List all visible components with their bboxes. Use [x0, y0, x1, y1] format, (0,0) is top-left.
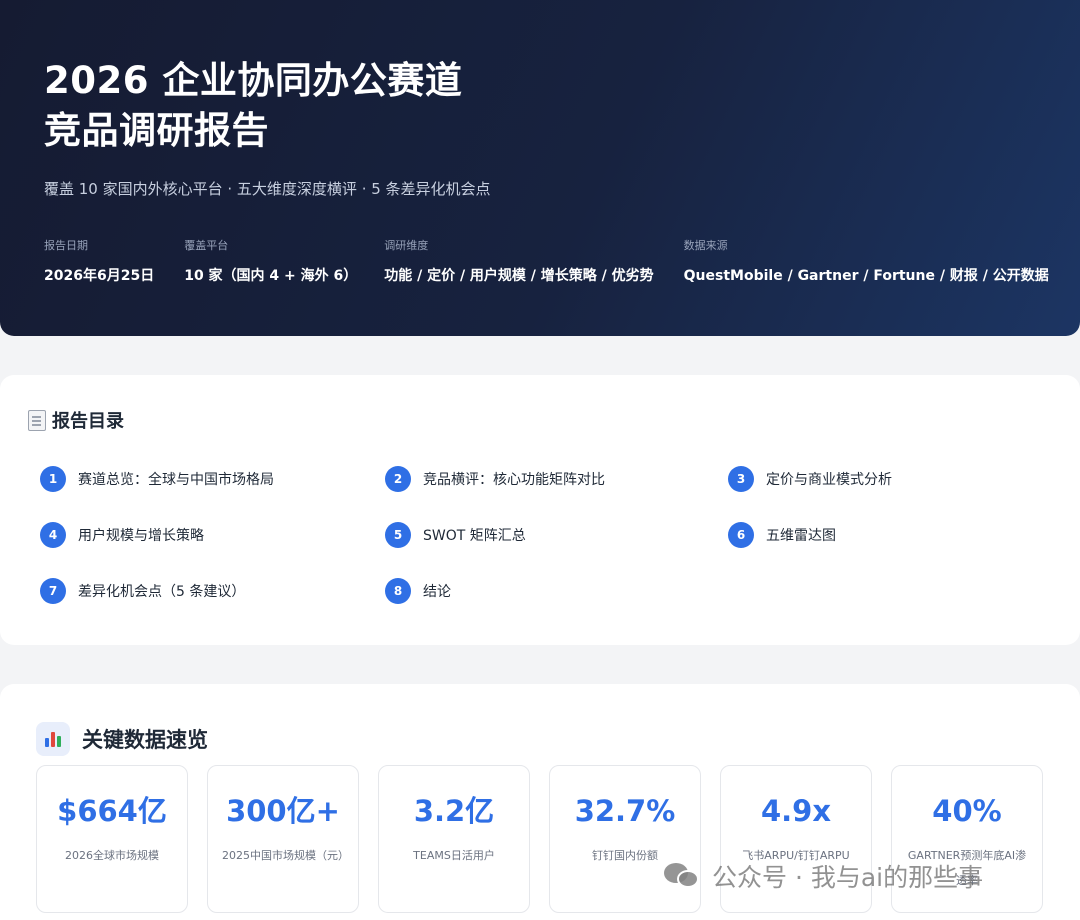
stat-value: 32.7%: [574, 794, 676, 828]
meta-value: QuestMobile / Gartner / Fortune / 财报 / 公…: [683, 268, 1049, 284]
toc-item-8[interactable]: 8 结论: [385, 578, 451, 604]
watermark-text: 公众号 · 我与ai的那些事: [712, 863, 984, 892]
report-title: 2026 企业协同办公赛道 竞品调研报告: [44, 56, 1036, 156]
stat-label: 2025中国市场规模（元）: [222, 849, 349, 862]
toc-number-badge: 2: [385, 466, 411, 492]
toc-number-badge: 7: [40, 578, 66, 604]
meta-label: 覆盖平台: [184, 239, 229, 252]
stat-value: 40%: [932, 794, 1002, 828]
toc-number-badge: 5: [385, 522, 411, 548]
report-subtitle: 覆盖 10 家国内外核心平台 · 五大维度深度横评 · 5 条差异化机会点: [44, 180, 491, 198]
toc-item-label: 差异化机会点（5 条建议）: [78, 584, 246, 600]
toc-number-badge: 3: [728, 466, 754, 492]
stat-value: 3.2亿: [413, 794, 495, 828]
toc-item-label: SWOT 矩阵汇总: [423, 528, 526, 544]
toc-item-1[interactable]: 1 赛道总览：全球与中国市场格局: [40, 466, 274, 492]
toc-number-badge: 4: [40, 522, 66, 548]
key-data-title: 关键数据速览: [82, 728, 208, 752]
stat-value: $664亿: [57, 794, 167, 828]
toc-number-badge: 8: [385, 578, 411, 604]
key-data-header: 关键数据速览: [36, 722, 1044, 756]
meta-dimensions: 调研维度 功能 / 定价 / 用户规模 / 增长策略 / 优劣势: [384, 237, 653, 285]
report-meta: 报告日期 2026年6月25日 覆盖平台 10 家（国内 4 + 海外 6） 调…: [44, 237, 1049, 285]
toc-item-label: 竞品横评：核心功能矩阵对比: [423, 472, 605, 488]
meta-report-date: 报告日期 2026年6月25日: [44, 237, 154, 285]
stat-global-market: $664亿 2026全球市场规模: [36, 765, 188, 913]
document-icon: [28, 409, 46, 431]
stat-label: TEAMS日活用户: [413, 849, 495, 862]
stat-value: 300亿+: [226, 794, 340, 828]
meta-label: 数据来源: [683, 239, 728, 252]
toc-title: 报告目录: [52, 411, 124, 432]
report-title-line-1: 2026 企业协同办公赛道: [44, 59, 463, 102]
meta-platforms: 覆盖平台 10 家（国内 4 + 海外 6）: [184, 237, 358, 285]
toc-item-label: 五维雷达图: [766, 528, 836, 544]
wechat-watermark: 公众号 · 我与ai的那些事: [664, 858, 983, 894]
wechat-icon: [664, 861, 704, 891]
toc-item-5[interactable]: 5 SWOT 矩阵汇总: [385, 522, 526, 548]
report-hero: 2026 企业协同办公赛道 竞品调研报告 覆盖 10 家国内外核心平台 · 五大…: [0, 0, 1080, 336]
toc-header: 报告目录: [28, 407, 1052, 433]
stat-china-market: 300亿+ 2025中国市场规模（元）: [207, 765, 359, 913]
bar-chart-icon: [36, 722, 70, 756]
toc-number-badge: 6: [728, 522, 754, 548]
meta-sources: 数据来源 QuestMobile / Gartner / Fortune / 财…: [684, 237, 1049, 285]
toc-item-7[interactable]: 7 差异化机会点（5 条建议）: [40, 578, 245, 604]
meta-value: 2026年6月25日: [44, 268, 155, 284]
toc-item-label: 用户规模与增长策略: [78, 528, 204, 544]
toc-item-6[interactable]: 6 五维雷达图: [728, 522, 836, 548]
toc-number-badge: 1: [40, 466, 66, 492]
stat-teams-dau: 3.2亿 TEAMS日活用户: [378, 765, 530, 913]
stat-value: 4.9x: [760, 794, 832, 828]
meta-label: 调研维度: [384, 239, 429, 252]
stat-label: 2026全球市场规模: [65, 849, 159, 862]
meta-value: 功能 / 定价 / 用户规模 / 增长策略 / 优劣势: [384, 268, 654, 284]
toc-item-4[interactable]: 4 用户规模与增长策略: [40, 522, 204, 548]
toc-item-label: 赛道总览：全球与中国市场格局: [78, 472, 274, 488]
toc-item-3[interactable]: 3 定价与商业模式分析: [728, 466, 892, 492]
toc-card: 报告目录 1 赛道总览：全球与中国市场格局 2 竞品横评：核心功能矩阵对比 3 …: [0, 375, 1080, 645]
meta-value: 10 家（国内 4 + 海外 6）: [184, 268, 358, 284]
toc-item-label: 结论: [423, 584, 451, 600]
toc-item-label: 定价与商业模式分析: [766, 472, 892, 488]
meta-label: 报告日期: [44, 239, 88, 252]
report-title-line-2: 竞品调研报告: [44, 109, 269, 152]
toc-item-2[interactable]: 2 竞品横评：核心功能矩阵对比: [385, 466, 605, 492]
